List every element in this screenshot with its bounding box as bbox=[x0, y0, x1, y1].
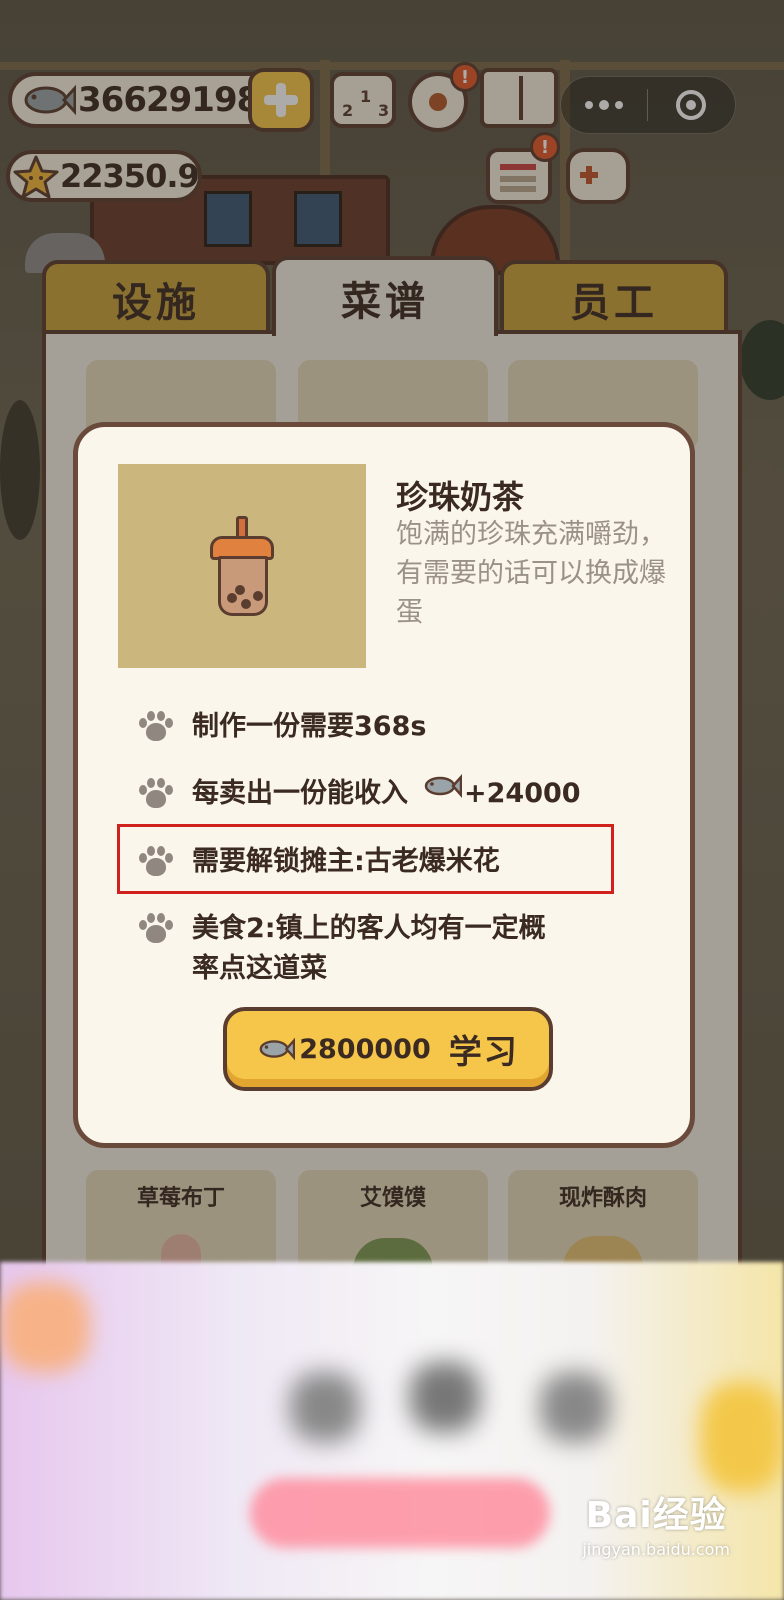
buff-text: 美食2:镇上的客人均有一定概率点这道菜 bbox=[192, 913, 546, 984]
info-row-income: 每卖出一份能收入 +24000 bbox=[138, 773, 581, 814]
fish-icon bbox=[424, 773, 462, 799]
learn-label: 学习 bbox=[448, 1032, 519, 1071]
learn-cost: 2800000 bbox=[299, 1033, 431, 1065]
paw-icon bbox=[138, 776, 174, 812]
watermark-url: jingyan.baidu.com bbox=[582, 1540, 730, 1559]
dish-title: 珍珠奶茶 bbox=[396, 478, 525, 516]
ad-cta-button[interactable] bbox=[250, 1478, 550, 1548]
paw-icon bbox=[138, 911, 174, 947]
baidu-jingyan-watermark: Bai经验 jingyan.baidu.com bbox=[582, 1486, 730, 1559]
craft-time-text: 制作一份需要368s bbox=[192, 711, 427, 742]
income-value: +24000 bbox=[464, 778, 581, 809]
info-row-buff: 美食2:镇上的客人均有一定概率点这道菜 bbox=[138, 909, 568, 989]
bubble-tea-icon bbox=[218, 556, 268, 616]
income-label: 每卖出一份能收入 bbox=[192, 778, 408, 809]
dish-description: 饱满的珍珠充满嚼劲，有需要的话可以换成爆蛋 bbox=[396, 519, 666, 628]
fish-icon bbox=[259, 1037, 296, 1061]
info-row-craft-time: 制作一份需要368s bbox=[138, 707, 426, 747]
highlight-annotation bbox=[117, 824, 614, 894]
dish-image bbox=[118, 464, 366, 668]
learn-recipe-button[interactable]: 2800000 学习 bbox=[223, 1007, 553, 1091]
paw-icon bbox=[138, 709, 174, 745]
watermark-brand: Bai经验 bbox=[585, 1495, 727, 1536]
recipe-detail-dialog: 珍珠奶茶 饱满的珍珠充满嚼劲，有需要的话可以换成爆蛋 制作一份需要368s 每卖… bbox=[73, 422, 695, 1148]
